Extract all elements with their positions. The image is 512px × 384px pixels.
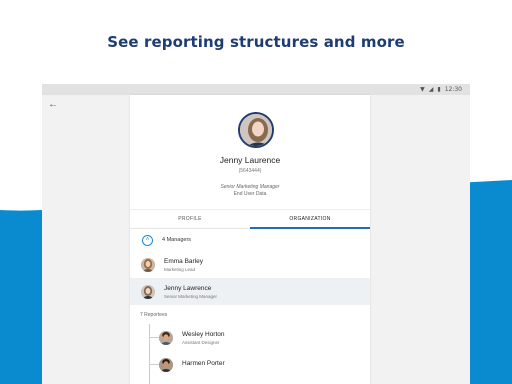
avatar	[159, 330, 173, 345]
avatar	[141, 284, 155, 299]
wifi-icon: ▼	[420, 85, 425, 93]
reportees-list: Wesley Horton Assistant Designer Harmen …	[130, 324, 370, 384]
back-button[interactable]: ←	[47, 99, 59, 111]
managers-toggle[interactable]: ˄ 4 Managers	[130, 229, 370, 251]
person-role: Assistant Designer	[182, 339, 220, 345]
tree-branch	[149, 364, 159, 365]
avatar	[141, 257, 155, 272]
employee-id: (5643444)	[238, 168, 262, 174]
profile-subtitle: End User Data	[233, 191, 267, 197]
person-name: Wesley Horton	[182, 330, 225, 338]
profile-name: Jenny Laurence	[219, 155, 281, 165]
profile-title: Senior Marketing Manager	[220, 184, 280, 190]
signal-icon: ◢	[428, 85, 434, 93]
person-name: Harmen Porter	[182, 360, 225, 367]
manager-item-selected[interactable]: Jenny Lawrence Senior Marketing Manager	[130, 278, 370, 305]
status-time: 12:30	[444, 86, 462, 93]
avatar	[159, 357, 173, 372]
person-name: Jenny Lawrence	[164, 284, 212, 292]
chevron-up-icon: ˄	[142, 234, 153, 246]
profile-card: Jenny Laurence (5643444) Senior Marketin…	[130, 95, 370, 384]
status-bar: ▼ ◢ ▮ 12:30	[42, 84, 470, 95]
person-role: Senior Marketing Manager	[164, 293, 218, 299]
reportee-item[interactable]: Wesley Horton Assistant Designer	[130, 324, 370, 351]
tablet-screen: ▼ ◢ ▮ 12:30 ← Jenny Laurence (5643444) S…	[42, 84, 470, 384]
battery-icon: ▮	[437, 85, 441, 93]
tree-branch	[149, 337, 159, 338]
arrow-left-icon: ←	[48, 99, 58, 110]
profile-header: Jenny Laurence (5643444) Senior Marketin…	[130, 95, 370, 209]
headline: See reporting structures and more	[107, 33, 405, 51]
avatar	[238, 112, 274, 148]
manager-item[interactable]: Emma Barley Marketing Lead	[130, 251, 370, 278]
tab-organization[interactable]: ORGANIZATION	[250, 210, 370, 229]
managers-count: 4 Managers	[162, 237, 192, 243]
person-name: Emma Barley	[164, 257, 204, 265]
reportees-count: 7 Reportees	[140, 311, 168, 318]
reportee-item[interactable]: Harmen Porter	[130, 351, 370, 378]
tab-bar: PROFILE ORGANIZATION	[130, 209, 370, 229]
tab-profile[interactable]: PROFILE	[130, 210, 250, 228]
person-role: Marketing Lead	[164, 266, 196, 272]
